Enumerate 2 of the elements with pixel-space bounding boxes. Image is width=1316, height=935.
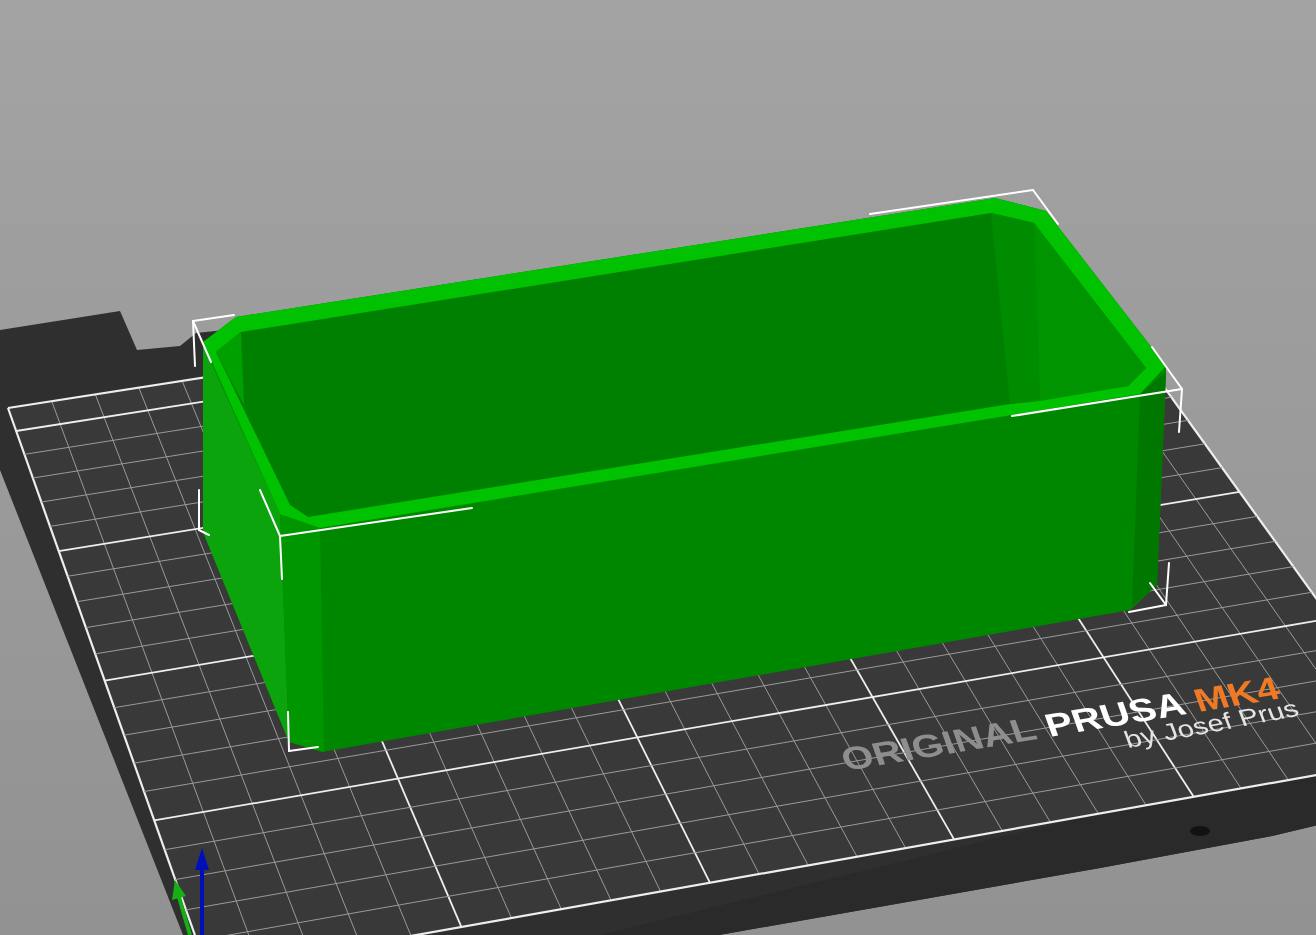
hole-icon	[1190, 826, 1210, 836]
y-axis-arrow	[172, 880, 192, 935]
